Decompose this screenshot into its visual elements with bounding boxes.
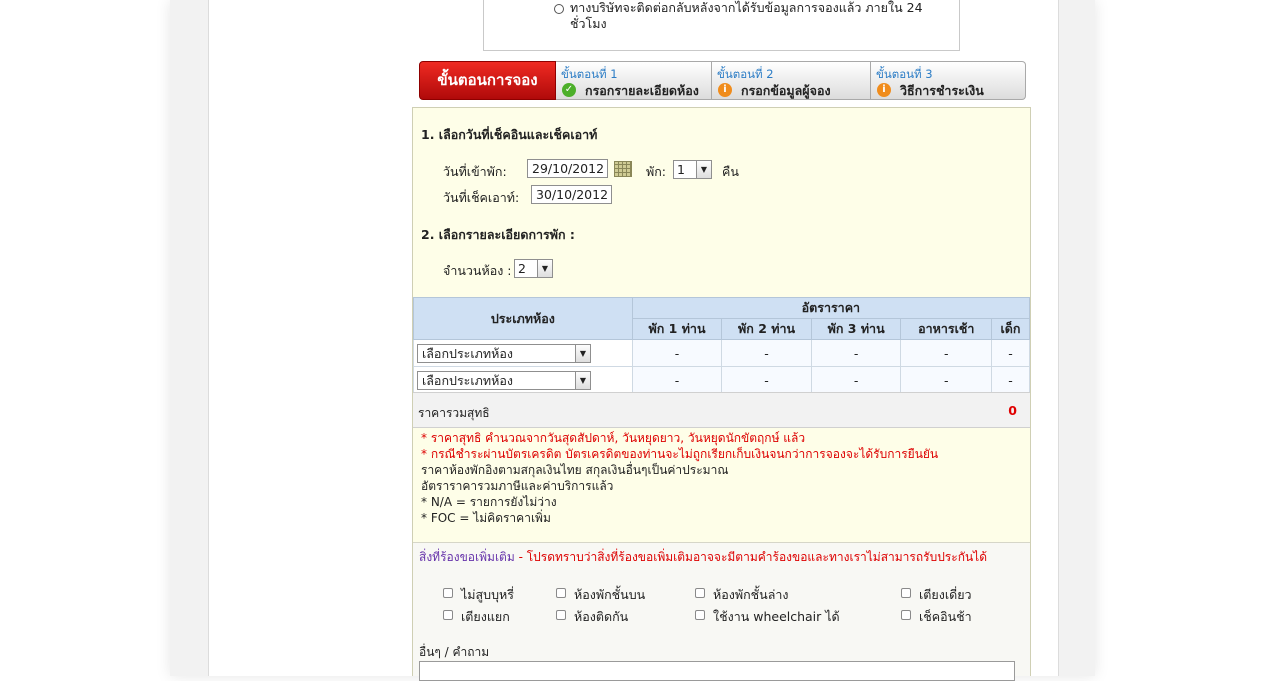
note-line: * กรณีชำระผ่านบัตรเครดิต บัตรเครดิตของท่…	[421, 447, 939, 461]
table-row: เลือกประเภทห้อง ▼ - - - - -	[413, 339, 1030, 367]
info-icon: i	[877, 83, 891, 97]
room-type-cell: เลือกประเภทห้อง ▼	[413, 366, 633, 394]
checkin-date-input[interactable]: 29/10/2012	[527, 159, 608, 178]
rooms-label: จำนวนห้อง :	[443, 263, 512, 278]
checkbox-late-checkin[interactable]	[901, 610, 911, 620]
rate-cell: -	[631, 339, 723, 367]
rate-cell: -	[721, 339, 812, 367]
column-header: อาหารเช้า	[900, 318, 993, 340]
extra-requests-title: สิ่งที่ร้องขอเพิ่มเติม - โปรดทราบว่าสิ่ง…	[419, 548, 987, 567]
chevron-down-icon: ▼	[537, 260, 552, 277]
step-label: วิธีการชำระเงิน	[900, 83, 984, 98]
checkbox-lower-floor[interactable]	[695, 588, 705, 598]
booking-form: 1. เลือกวันที่เช็คอินและเช็คเอาท์ วันที่…	[412, 107, 1031, 681]
checkbox-label: ห้องพักชั้นล่าง	[713, 587, 789, 602]
nights-unit: คืน	[722, 164, 739, 179]
rooms-select[interactable]: 2 ▼	[514, 259, 553, 278]
room-type-value: เลือกประเภทห้อง	[422, 372, 513, 388]
steps-main-label: ขั้นตอนการจอง	[419, 61, 556, 100]
notes: * ราคาสุทธิ คำนวณจากวันสุดสัปดาห์, วันหย…	[421, 430, 938, 526]
room-type-select[interactable]: เลือกประเภทห้อง ▼	[417, 343, 591, 363]
table-row: เลือกประเภทห้อง ▼ - - - - -	[413, 366, 1030, 394]
checkbox-label: ไม่สูบบุหรี่	[461, 587, 514, 602]
rate-header: อัตราราคา	[631, 297, 1031, 319]
checkbox-label: เตียงเดี่ยว	[919, 587, 972, 602]
checkbox-single-bed[interactable]	[901, 588, 911, 598]
column-header: พัก 3 ท่าน	[810, 318, 902, 340]
bullet-icon	[554, 4, 564, 14]
checkbox-upper-floor[interactable]	[556, 588, 566, 598]
chevron-down-icon: ▼	[696, 161, 711, 178]
notice-text: ทางบริษัทจะติดต่อกลับหลังจากได้รับข้อมูล…	[570, 0, 923, 31]
total-label: ราคารวมสุทธิ	[418, 406, 490, 420]
checkbox-label: ห้องพักชั้นบน	[574, 587, 646, 602]
rate-cell: -	[631, 366, 723, 394]
column-header: เด็ก	[991, 318, 1030, 340]
rate-table: ประเภทห้อง อัตราราคา พัก 1 ท่าน พัก 2 ท่…	[413, 297, 1031, 394]
checkbox-label: ห้องติดกัน	[574, 609, 629, 624]
details-section-title: 2. เลือกรายละเอียดการพัก :	[421, 227, 575, 242]
note-line: * N/A = รายการยังไม่ว่าง	[421, 495, 557, 509]
rate-cell: -	[900, 339, 993, 367]
extra-requests: สิ่งที่ร้องขอเพิ่มเติม - โปรดทราบว่าสิ่ง…	[413, 542, 1030, 681]
rate-cell: -	[810, 366, 902, 394]
checkbox-label: เช็คอินช้า	[919, 609, 972, 624]
other-label: อื่นๆ / คำถาม	[419, 645, 490, 659]
column-header: พัก 1 ท่าน	[631, 318, 723, 340]
chevron-down-icon: ▼	[575, 344, 590, 362]
column-header: พัก 2 ท่าน	[721, 318, 812, 340]
checkbox-wheelchair[interactable]	[695, 610, 705, 620]
rate-cell: -	[991, 339, 1030, 367]
note-line: ราคาห้องพักอิงตามสกุลเงินไทย สกุลเงินอื่…	[421, 463, 729, 477]
step-label: กรอกข้อมูลผู้จอง	[741, 83, 831, 98]
checkbox-label: ใช้งาน wheelchair ได้	[713, 609, 840, 624]
notice-box: ทางบริษัทจะติดต่อกลับหลังจากได้รับข้อมูล…	[483, 0, 960, 51]
rate-cell: -	[721, 366, 812, 394]
total-row: ราคารวมสุทธิ 0	[413, 392, 1030, 428]
note-line: อัตราราคารวมภาษีและค่าบริการแล้ว	[421, 479, 614, 493]
booking-steps: ขั้นตอนการจอง ขั้นตอนที่ 1 ✓ กรอกรายละเอ…	[419, 61, 1026, 100]
step-1[interactable]: ขั้นตอนที่ 1 ✓ กรอกรายละเอียดห้อง	[556, 61, 712, 100]
step-label: กรอกรายละเอียดห้อง	[585, 83, 699, 98]
rate-cell: -	[991, 366, 1030, 394]
note-line: * FOC = ไม่คิดราคาเพิ่ม	[421, 511, 551, 525]
nights-label: พัก:	[646, 164, 667, 179]
note-line: * ราคาสุทธิ คำนวณจากวันสุดสัปดาห์, วันหย…	[421, 431, 806, 445]
rooms-value: 2	[518, 261, 526, 276]
room-type-header: ประเภทห้อง	[413, 297, 633, 340]
dates-section-title: 1. เลือกวันที่เช็คอินและเช็คเอาท์	[421, 127, 598, 142]
chevron-down-icon: ▼	[575, 371, 590, 389]
calendar-icon[interactable]	[614, 161, 632, 177]
nights-value: 1	[677, 162, 685, 177]
checkin-label: วันที่เข้าพัก:	[443, 164, 507, 179]
room-type-select[interactable]: เลือกประเภทห้อง ▼	[417, 370, 591, 390]
extra-requests-heading: สิ่งที่ร้องขอเพิ่มเติม	[419, 550, 515, 564]
check-icon: ✓	[562, 83, 576, 97]
room-type-value: เลือกประเภทห้อง	[422, 345, 513, 361]
checkbox-label: เตียงแยก	[461, 609, 510, 624]
info-icon: i	[718, 83, 732, 97]
nights-select[interactable]: 1 ▼	[673, 160, 712, 179]
rate-cell: -	[810, 339, 902, 367]
checkbox-twin-beds[interactable]	[443, 610, 453, 620]
step-2[interactable]: ขั้นตอนที่ 2 i กรอกข้อมูลผู้จอง	[712, 61, 871, 100]
checkout-date-input[interactable]: 30/10/2012	[531, 185, 612, 204]
step-3[interactable]: ขั้นตอนที่ 3 i วิธีการชำระเงิน	[871, 61, 1026, 100]
rate-cell: -	[900, 366, 993, 394]
checkbox-non-smoking[interactable]	[443, 588, 453, 598]
checkout-label: วันที่เช็คเอาท์:	[443, 190, 520, 205]
room-type-cell: เลือกประเภทห้อง ▼	[413, 339, 633, 367]
checkbox-adjoining-rooms[interactable]	[556, 610, 566, 620]
extra-requests-disclaimer: - โปรดทราบว่าสิ่งที่ร้องขอเพิ่มเติมอาจจะ…	[514, 550, 987, 564]
total-value: 0	[1008, 403, 1017, 418]
other-questions-textarea[interactable]	[419, 661, 1015, 681]
